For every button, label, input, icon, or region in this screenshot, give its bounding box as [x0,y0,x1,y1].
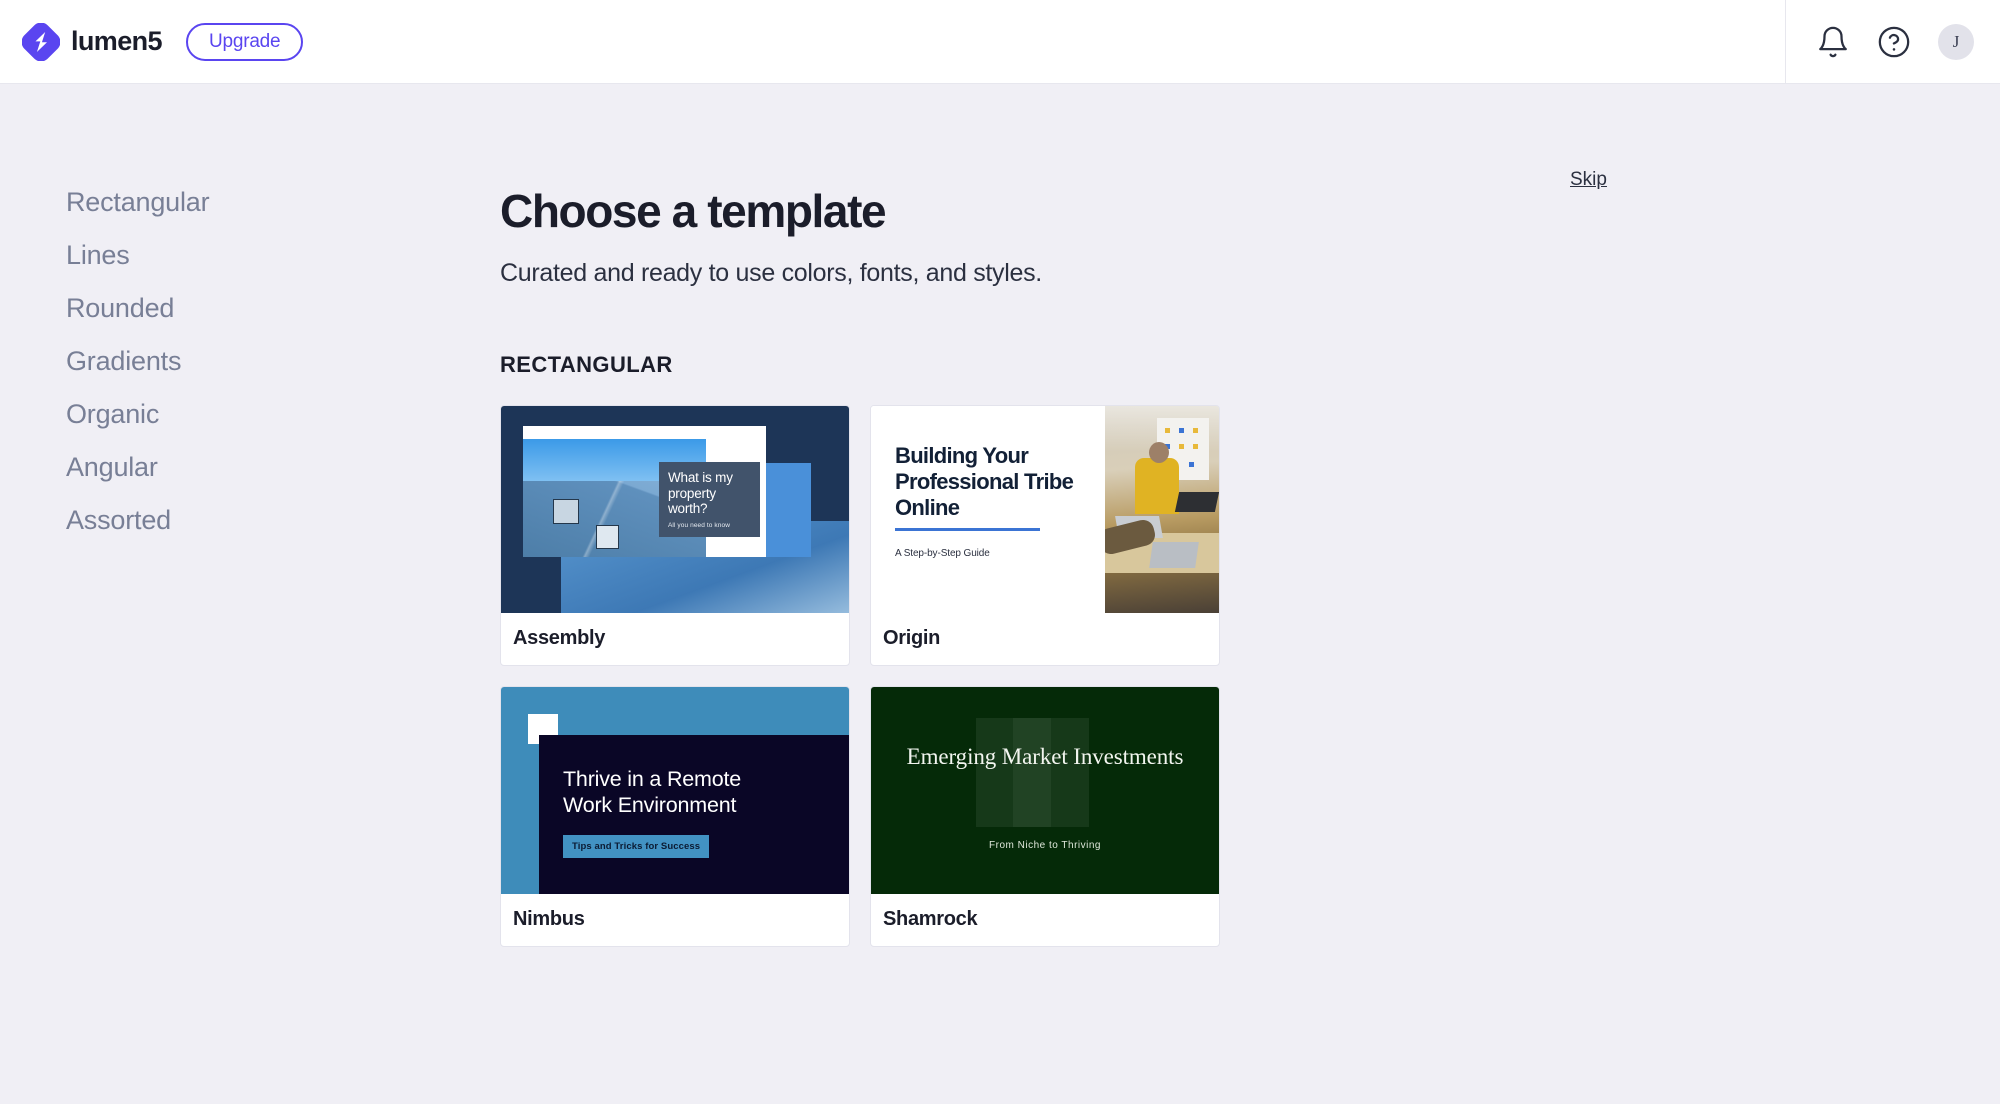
template-name-assembly: Assembly [513,627,606,650]
header-actions: J [1785,0,2000,84]
brand-name: lumen5 [71,26,163,56]
app-header: lumen5 Upgrade J [0,0,2000,84]
header-divider [1785,0,1786,84]
shamrock-panel-2 [1013,717,1051,827]
nimbus-subhead-tag: Tips and Tricks for Success [563,834,710,858]
avatar[interactable]: J [1938,23,1974,60]
upgrade-button[interactable]: Upgrade [185,22,304,61]
main-content: Choose a template Curated and ready to u… [500,84,2000,1104]
assembly-blue-bar [766,462,811,557]
assembly-window-2 [596,524,619,549]
shamrock-subhead: From Niche to Thriving [989,839,1101,851]
origin-office-photo [1105,405,1219,613]
shamrock-headline: Emerging Market Investments [906,743,1184,769]
category-sidebar: Rectangular Lines Rounded Gradients Orga… [0,84,500,1104]
help-circle-icon[interactable] [1877,25,1911,59]
template-card-nimbus[interactable]: Thrive in a Remote Work Environment Tips… [500,685,850,947]
template-grid: What is my property worth? All you need … [500,404,2000,947]
sidebar-item-gradients[interactable]: Gradients [66,346,181,377]
sidebar-item-rounded[interactable]: Rounded [66,293,174,324]
template-thumbnail-nimbus: Thrive in a Remote Work Environment Tips… [501,686,849,894]
brand-logo[interactable]: lumen5 [22,22,163,61]
lumen5-logo-icon [22,22,60,61]
origin-person-head [1149,441,1169,463]
origin-headline: Building Your Professional Tribe Online [895,442,1074,520]
sidebar-item-organic[interactable]: Organic [66,399,159,430]
template-card-shamrock[interactable]: Emerging Market Investments From Niche t… [870,685,1220,947]
origin-person [1135,457,1179,514]
template-card-assembly[interactable]: What is my property worth? All you need … [500,404,850,666]
sidebar-item-rectangular[interactable]: Rectangular [66,187,210,218]
assembly-text-box: What is my property worth? All you need … [659,461,760,537]
page-body: Rectangular Lines Rounded Gradients Orga… [0,84,2000,1104]
page-title: Choose a template [500,185,887,237]
sidebar-item-angular[interactable]: Angular [66,452,158,483]
template-thumbnail-shamrock: Emerging Market Investments From Niche t… [871,686,1219,894]
nimbus-headline: Thrive in a Remote Work Environment [563,766,742,817]
page-subtitle: Curated and ready to use colors, fonts, … [500,258,1042,287]
origin-underline-rule [895,528,1040,532]
template-name-shamrock: Shamrock [883,908,978,931]
origin-text-panel: Building Your Professional Tribe Online … [871,405,1105,613]
origin-subhead: A Step-by-Step Guide [895,548,990,560]
bell-icon[interactable] [1816,25,1850,59]
sidebar-item-lines[interactable]: Lines [66,240,130,271]
origin-laptop-1 [1174,491,1219,512]
assembly-headline: What is my property worth? [668,469,733,517]
template-card-origin[interactable]: Building Your Professional Tribe Online … [870,404,1220,666]
assembly-subhead: All you need to know [668,522,730,530]
template-name-nimbus: Nimbus [513,908,585,931]
section-heading-rectangular: RECTANGULAR [500,351,673,377]
template-name-origin: Origin [883,627,941,650]
assembly-window-1 [553,498,579,524]
sidebar-item-assorted[interactable]: Assorted [66,505,171,536]
template-thumbnail-assembly: What is my property worth? All you need … [501,405,849,613]
skip-link[interactable]: Skip [1570,169,1607,191]
template-thumbnail-origin: Building Your Professional Tribe Online … [871,405,1219,613]
origin-laptop-3 [1149,541,1199,568]
